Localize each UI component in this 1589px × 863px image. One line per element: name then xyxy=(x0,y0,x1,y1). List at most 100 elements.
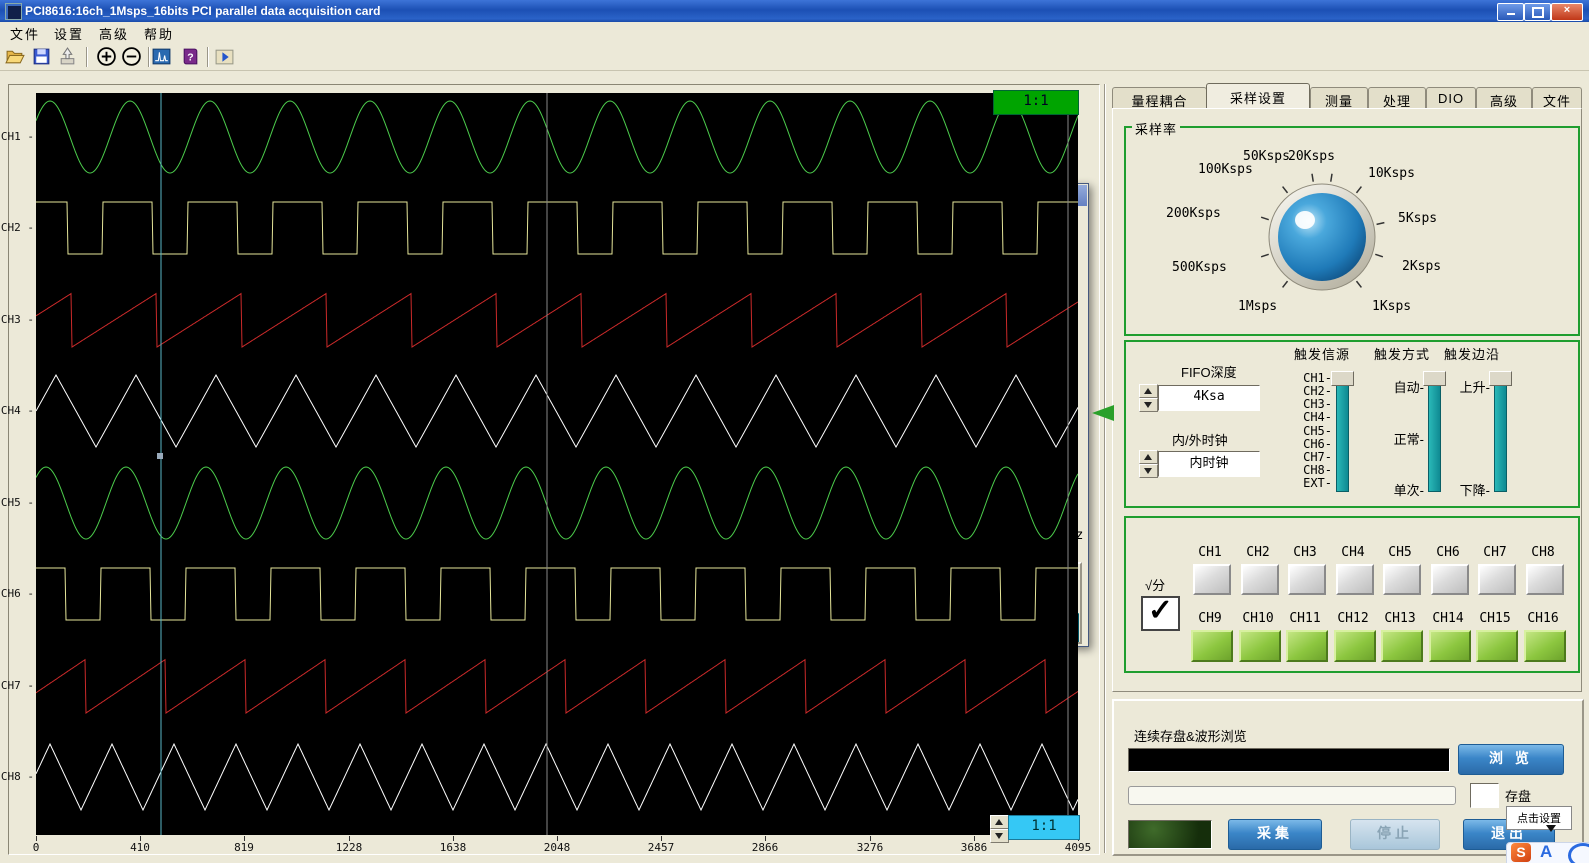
oscilloscope-plot[interactable] xyxy=(36,93,1078,835)
sogou-icon[interactable]: S xyxy=(1511,843,1531,862)
trigger-slider-handle[interactable] xyxy=(1331,371,1354,386)
channel-button-ch11[interactable] xyxy=(1286,630,1328,662)
trigger-option-自动[interactable]: 自动- xyxy=(1380,377,1424,396)
ime-mode-icon[interactable]: A xyxy=(1540,842,1552,862)
channel-button-ch9[interactable] xyxy=(1191,630,1233,662)
menu-item-4[interactable]: 帮助 xyxy=(144,22,174,45)
menu-item-3[interactable]: 高级 xyxy=(99,22,129,45)
channel-button-ch6[interactable] xyxy=(1431,564,1469,595)
spinner-up-icon[interactable] xyxy=(990,815,1009,829)
storage-path-display xyxy=(1128,748,1450,772)
channel-button-ch14[interactable] xyxy=(1429,630,1471,662)
channel-button-ch12[interactable] xyxy=(1334,630,1376,662)
trigger-option-CH6[interactable]: CH6- xyxy=(1288,437,1332,451)
channel-button-ch13[interactable] xyxy=(1381,630,1423,662)
spectrum-icon[interactable] xyxy=(151,46,174,69)
channel-button-label-ch12: CH12 xyxy=(1326,611,1380,626)
channel-button-ch3[interactable] xyxy=(1288,564,1326,595)
close-button[interactable]: × xyxy=(1551,3,1583,21)
ime-tooltip: 点击设置 xyxy=(1506,806,1572,830)
trigger-option-CH5[interactable]: CH5- xyxy=(1288,424,1332,438)
spinner-up-icon[interactable] xyxy=(1139,384,1158,398)
channel-label-ch4: CH4 - xyxy=(0,404,34,417)
clock-select-spinner[interactable] xyxy=(1139,450,1156,478)
zoom-ratio-indicator-bottom[interactable]: 1:1 xyxy=(1008,815,1080,840)
stop-button[interactable]: 停止 xyxy=(1350,819,1440,850)
toolbar: ? xyxy=(0,44,1589,71)
x-axis-tick-label: 410 xyxy=(108,841,172,854)
minimize-button[interactable] xyxy=(1497,3,1524,21)
menu-item-1[interactable]: 文件 xyxy=(10,22,40,45)
trigger-slider[interactable] xyxy=(1494,373,1507,492)
run-icon[interactable] xyxy=(214,46,237,69)
channel-label-ch5: CH5 - xyxy=(0,496,34,509)
channel-button-ch15[interactable] xyxy=(1476,630,1518,662)
sample-rate-knob[interactable] xyxy=(1257,172,1387,302)
trigger-option-CH8[interactable]: CH8- xyxy=(1288,463,1332,477)
channel-button-ch10[interactable] xyxy=(1239,630,1281,662)
channel-button-ch16[interactable] xyxy=(1524,630,1566,662)
trigger-option-下降[interactable]: 下降- xyxy=(1446,480,1490,499)
title-bar[interactable]: PCI8616:16ch_1Msps_16bits PCI parallel d… xyxy=(0,0,1589,22)
spinner-down-icon[interactable] xyxy=(990,829,1009,843)
trigger-slider[interactable] xyxy=(1428,373,1441,492)
trigger-slider-handle[interactable] xyxy=(1423,371,1446,386)
trigger-slider-handle[interactable] xyxy=(1489,371,1512,386)
help-icon[interactable]: ? xyxy=(180,46,203,69)
channel-button-ch7[interactable] xyxy=(1478,564,1516,595)
storage-progress-bar xyxy=(1128,786,1456,805)
trigger-option-CH2[interactable]: CH2- xyxy=(1288,384,1332,398)
spinner-up-icon[interactable] xyxy=(1139,450,1158,464)
x-axis-tick-label: 2048 xyxy=(525,841,589,854)
window-title: PCI8616:16ch_1Msps_16bits PCI parallel d… xyxy=(25,4,380,18)
menu-bar: 文件设置高级帮助 xyxy=(0,22,1589,45)
split-mode-checkbox[interactable]: ✓ xyxy=(1141,596,1180,631)
sample-rate-option-20Ksps: 20Ksps xyxy=(1288,149,1335,164)
tooltip-pointer-icon xyxy=(1546,825,1556,832)
trigger-option-上升[interactable]: 上升- xyxy=(1446,377,1490,396)
zoom-out-icon[interactable] xyxy=(121,46,144,69)
channel-label-ch6: CH6 - xyxy=(0,587,34,600)
channel-label-ch2: CH2 - xyxy=(0,221,34,234)
status-led xyxy=(1128,820,1212,849)
channel-button-label-ch9: CH9 xyxy=(1183,611,1237,626)
trigger-slider[interactable] xyxy=(1336,373,1349,492)
sample-rate-option-2Ksps: 2Ksps xyxy=(1402,259,1441,274)
zoom-ratio-spinner[interactable] xyxy=(990,815,1007,843)
trigger-option-CH4[interactable]: CH4- xyxy=(1288,410,1332,424)
trigger-option-EXT[interactable]: EXT- xyxy=(1288,476,1332,490)
app-window: PCI8616:16ch_1Msps_16bits PCI parallel d… xyxy=(0,0,1589,863)
save-icon[interactable] xyxy=(31,46,54,69)
open-icon[interactable] xyxy=(5,46,28,69)
channel-button-ch4[interactable] xyxy=(1336,564,1374,595)
channel-button-label-ch3: CH3 xyxy=(1281,545,1329,560)
export-icon[interactable] xyxy=(57,46,80,69)
channel-button-ch1[interactable] xyxy=(1193,564,1231,595)
fifo-depth-spinner[interactable] xyxy=(1139,384,1156,412)
channel-button-ch2[interactable] xyxy=(1241,564,1279,595)
channel-button-ch5[interactable] xyxy=(1383,564,1421,595)
acquire-button[interactable]: 采集 xyxy=(1228,819,1322,850)
ime-extra-icon[interactable] xyxy=(1568,843,1589,863)
maximize-button[interactable] xyxy=(1524,3,1551,21)
channel-button-label-ch1: CH1 xyxy=(1186,545,1234,560)
save-checkbox[interactable] xyxy=(1470,783,1499,808)
trigger-option-CH3[interactable]: CH3- xyxy=(1288,397,1332,411)
spinner-down-icon[interactable] xyxy=(1139,464,1158,478)
menu-item-2[interactable]: 设置 xyxy=(54,22,84,45)
trigger-option-CH1[interactable]: CH1- xyxy=(1288,371,1332,385)
channel-button-ch8[interactable] xyxy=(1526,564,1564,595)
channel-button-label-ch4: CH4 xyxy=(1329,545,1377,560)
channel-label-ch8: CH8 - xyxy=(0,770,34,783)
trigger-option-正常[interactable]: 正常- xyxy=(1380,429,1424,448)
browse-button[interactable]: 浏 览 xyxy=(1458,744,1564,775)
trigger-option-CH7[interactable]: CH7- xyxy=(1288,450,1332,464)
trigger-option-单次[interactable]: 单次- xyxy=(1380,480,1424,499)
zoom-in-icon[interactable] xyxy=(96,46,119,69)
toolbar-separator xyxy=(148,47,149,67)
trigger-level-arrow-icon[interactable] xyxy=(1092,405,1114,421)
x-axis-tick-label: 2457 xyxy=(629,841,693,854)
clock-select-value[interactable]: 内时钟 xyxy=(1158,451,1260,477)
spinner-down-icon[interactable] xyxy=(1139,398,1158,412)
fifo-depth-value[interactable]: 4Ksa xyxy=(1158,385,1260,411)
